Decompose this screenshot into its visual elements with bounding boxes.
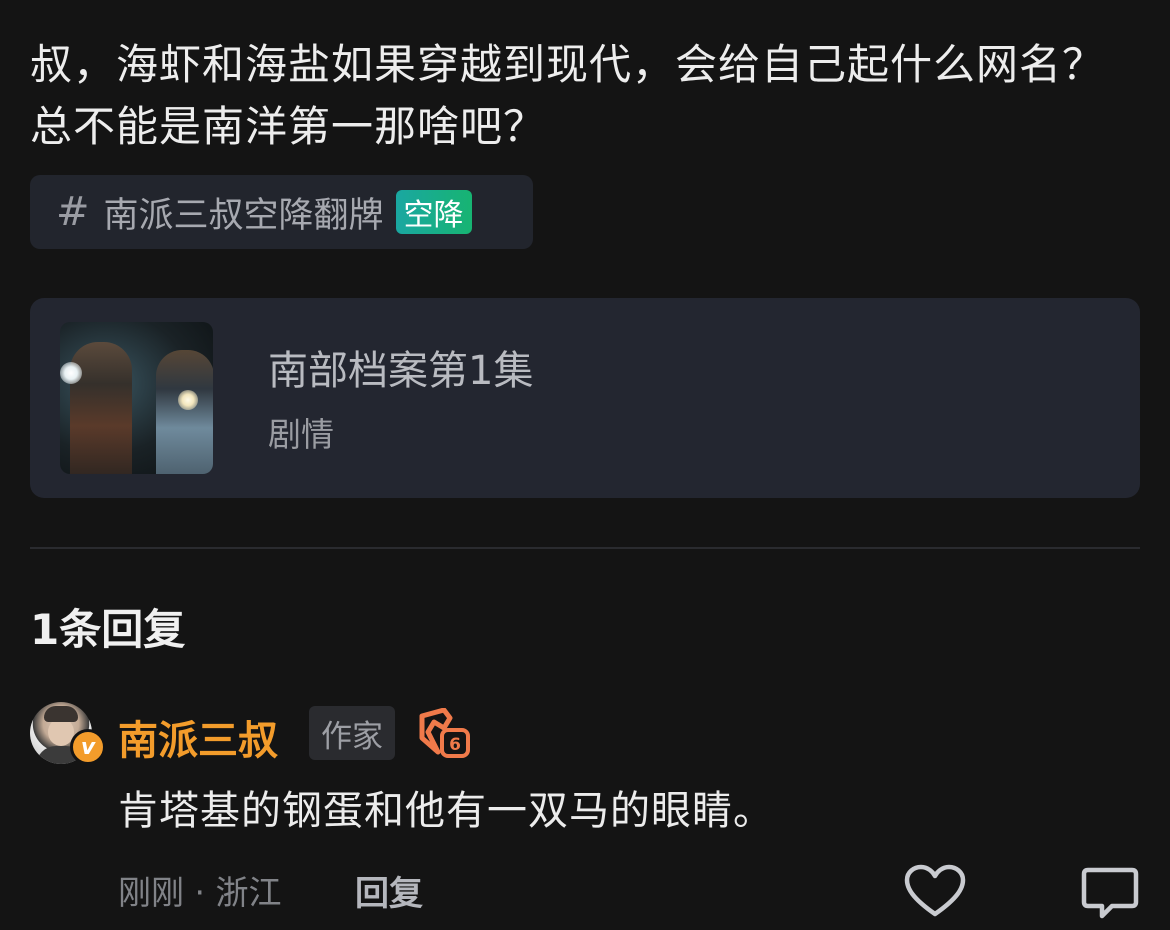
media-subtitle: 剧情 bbox=[268, 415, 334, 454]
svg-text:6: 6 bbox=[449, 735, 461, 755]
topic-chip[interactable]: # 南派三叔空降翻牌 空降 bbox=[30, 175, 533, 249]
media-title: 南部档案第1集 bbox=[268, 348, 534, 394]
hash-icon: # bbox=[56, 189, 90, 235]
author-tag: 作家 bbox=[309, 706, 395, 760]
divider bbox=[30, 547, 1140, 549]
reply-count: 1条回复 bbox=[30, 605, 186, 654]
topic-label: 南派三叔空降翻牌 bbox=[103, 195, 384, 236]
post-text: 叔，海虾和海盐如果穿越到现代，会给自己起什么网名？总不能是南洋第一那啥吧？ bbox=[30, 40, 1106, 151]
media-thumbnail bbox=[60, 322, 213, 474]
verified-badge-icon: v bbox=[70, 729, 106, 765]
media-card[interactable]: 南部档案第1集 剧情 bbox=[30, 298, 1140, 498]
level-badge-icon: 6 bbox=[419, 708, 470, 758]
topic-badge: 空降 bbox=[395, 190, 472, 234]
comment-meta: 刚刚 · 浙江 bbox=[118, 873, 282, 912]
author-name[interactable]: 南派三叔 bbox=[118, 708, 278, 766]
heart-icon[interactable] bbox=[904, 864, 966, 920]
comment-text: 肯塔基的钢蛋和他有一双马的眼睛。 bbox=[118, 788, 774, 834]
reply-button[interactable]: 回复 bbox=[355, 866, 423, 915]
comment-icon[interactable] bbox=[1080, 864, 1140, 922]
